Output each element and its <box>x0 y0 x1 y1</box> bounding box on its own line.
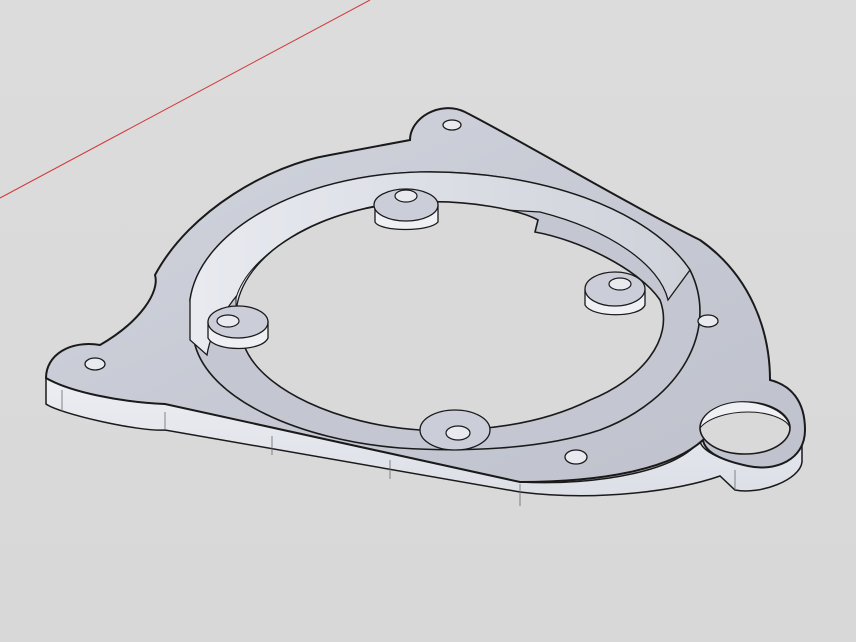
boss-bottom <box>419 409 491 451</box>
large-tab-hole <box>699 401 791 455</box>
hole-right <box>697 314 719 328</box>
boss-right <box>584 271 646 316</box>
3d-scene <box>0 0 807 506</box>
modeling-viewport[interactable] <box>0 0 856 642</box>
boss-left <box>207 305 269 350</box>
hole-left <box>84 357 106 371</box>
hole-top <box>442 119 462 131</box>
boss-top <box>373 188 439 231</box>
hole-bottom <box>564 449 588 465</box>
